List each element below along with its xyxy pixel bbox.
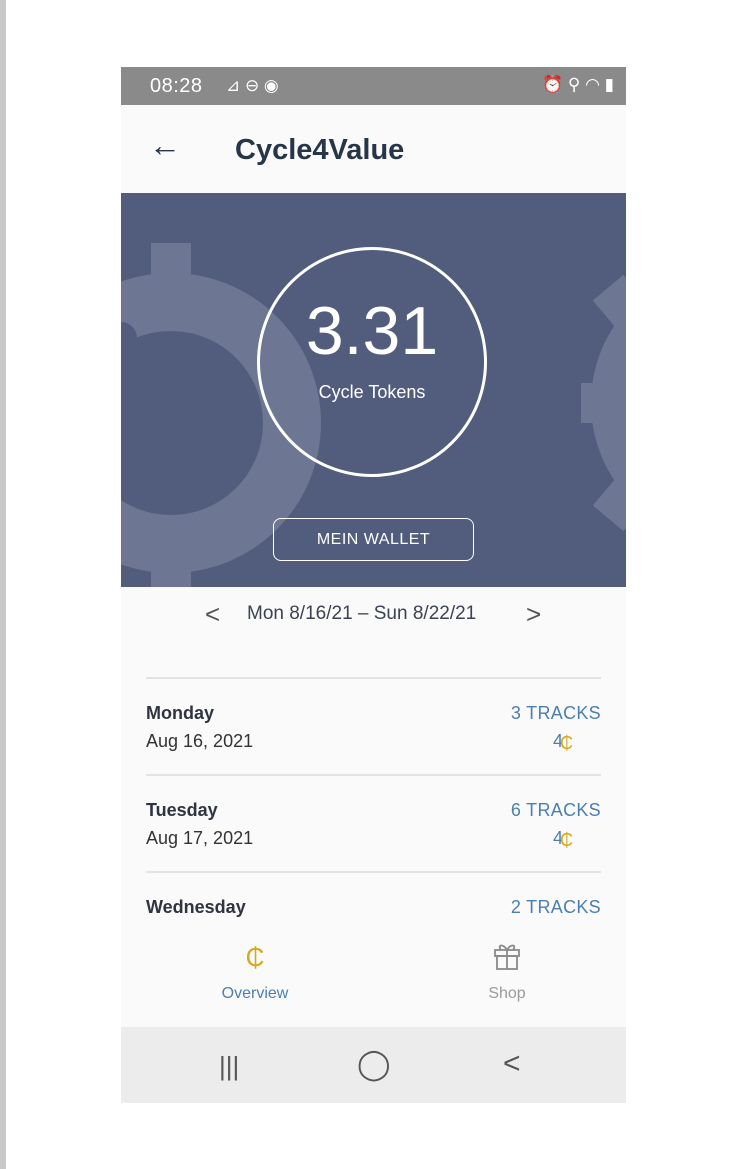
gift-icon bbox=[381, 942, 626, 979]
token-balance-value: 3.31 bbox=[305, 293, 439, 369]
list-item-monday[interactable]: Monday Aug 16, 2021 3 TRACKS 4 ₵ bbox=[146, 677, 601, 774]
list-item-wednesday[interactable]: Wednesday 2 TRACKS bbox=[146, 871, 601, 917]
previous-week-button[interactable]: < bbox=[205, 599, 220, 630]
day-name: Monday bbox=[146, 703, 215, 723]
coin-icon: ₵ bbox=[560, 733, 573, 753]
next-week-button[interactable]: > bbox=[526, 599, 541, 630]
home-button[interactable]: ◯ bbox=[357, 1047, 391, 1082]
token-balance-circle: 3.31 Cycle Tokens bbox=[257, 247, 487, 477]
system-navigation-bar: ||| ◯ < bbox=[121, 1027, 626, 1103]
tab-shop[interactable]: Shop bbox=[381, 917, 626, 1027]
status-time: 08:28 bbox=[150, 75, 203, 97]
tab-overview-label: Overview bbox=[221, 985, 289, 1002]
week-range-label: Mon 8/16/21 – Sun 8/22/21 bbox=[247, 603, 477, 624]
bottom-tab-bar: ₵ Overview Shop bbox=[121, 917, 626, 1027]
wallet-button[interactable]: MEIN WALLET bbox=[273, 518, 474, 561]
back-arrow-icon[interactable]: ← bbox=[149, 127, 181, 164]
day-date: Aug 17, 2021 bbox=[146, 828, 254, 848]
notification-icons: ⊿ ⊖ ◉ bbox=[226, 76, 279, 95]
day-date: Aug 16, 2021 bbox=[146, 731, 254, 751]
status-bar: 08:28 ⊿ ⊖ ◉ ⏰ ⚲ ◠ ▮ bbox=[121, 67, 626, 105]
day-tracks-count: 2 TRACKS bbox=[510, 897, 601, 917]
tab-shop-label: Shop bbox=[488, 985, 526, 1002]
coin-icon: ₵ bbox=[245, 942, 265, 972]
page-title: Cycle4Value bbox=[235, 134, 405, 166]
recents-button[interactable]: ||| bbox=[219, 1051, 239, 1082]
system-back-button[interactable]: < bbox=[503, 1047, 521, 1081]
day-name: Wednesday bbox=[146, 897, 246, 917]
tab-overview[interactable]: ₵ Overview bbox=[129, 917, 381, 1027]
day-tracks-count: 3 TRACKS bbox=[510, 703, 601, 723]
system-status-icons: ⏰ ⚲ ◠ ▮ bbox=[542, 75, 614, 94]
gear-background-icon-right bbox=[581, 274, 626, 532]
coin-icon: ₵ bbox=[560, 830, 573, 850]
token-summary-hero: 3.31 Cycle Tokens MEIN WALLET bbox=[121, 193, 626, 587]
list-item-tuesday[interactable]: Tuesday Aug 17, 2021 6 TRACKS 4 ₵ bbox=[146, 774, 601, 871]
day-list: Monday Aug 16, 2021 3 TRACKS 4 ₵ Tuesday… bbox=[146, 677, 601, 917]
day-name: Tuesday bbox=[146, 800, 218, 820]
phone-screen: 08:28 ⊿ ⊖ ◉ ⏰ ⚲ ◠ ▮ ← Cycle4Value 3.31 C… bbox=[121, 67, 626, 1103]
day-tracks-count: 6 TRACKS bbox=[510, 800, 601, 820]
app-bar: ← Cycle4Value bbox=[121, 105, 626, 193]
token-balance-label: Cycle Tokens bbox=[318, 382, 426, 402]
window-left-edge bbox=[0, 0, 6, 1169]
week-navigator: < Mon 8/16/21 – Sun 8/22/21 > bbox=[121, 587, 626, 642]
